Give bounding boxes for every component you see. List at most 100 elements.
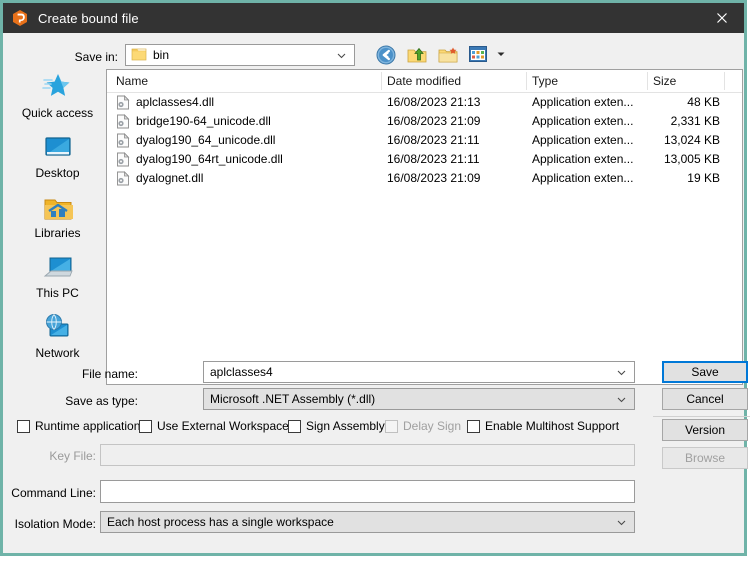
isolation-mode-value: Each host process has a single workspace [107,515,334,529]
checkbox-box[interactable] [467,420,480,433]
save-in-value: bin [153,48,169,62]
sidebar-item-network[interactable]: Network [10,309,105,365]
new-folder-icon[interactable] [437,44,459,66]
checkbox-enable-multihost-support[interactable]: Enable Multihost Support [467,419,619,433]
dll-file-icon [116,114,130,132]
file-date: 16/08/2023 21:11 [387,152,480,166]
create-bound-file-dialog: Create bound file Save in: bin [0,0,747,556]
dyalog-icon [11,9,29,27]
checkbox-box[interactable] [17,420,30,433]
file-size: 13,024 KB [602,133,720,147]
file-name: dyalog190_64_unicode.dll [136,133,275,147]
sidebar-label: Quick access [10,106,105,120]
save-in-label: Save in: [56,50,118,64]
dll-file-icon [116,133,130,151]
file-name: bridge190-64_unicode.dll [136,114,271,128]
sidebar-item-libraries[interactable]: Libraries [10,189,105,245]
file-list-header: Name Date modified Type Size [107,70,742,93]
chevron-down-icon[interactable] [616,517,627,531]
file-rows: aplclasses4.dll 16/08/2023 21:13 Applica… [107,93,742,188]
checkbox-box[interactable] [139,420,152,433]
title-bar: Create bound file [3,3,744,33]
file-date: 16/08/2023 21:09 [387,114,480,128]
save-as-type-combobox[interactable]: Microsoft .NET Assembly (*.dll) [203,388,635,410]
sidebar-label: Network [10,346,105,360]
up-folder-icon[interactable] [406,44,428,66]
command-line-label: Command Line: [11,486,96,500]
key-file-label: Key File: [11,449,96,463]
checkbox-delay-sign: Delay Sign [385,419,461,433]
sidebar-item-quick-access[interactable]: Quick access [10,69,105,125]
options-row: Runtime application Use External Workspa… [3,419,744,439]
laptop-icon [10,249,105,283]
dialog-body: Save in: bin [3,33,744,553]
close-icon[interactable] [699,3,744,33]
column-header-type[interactable]: Type [532,74,558,88]
folder-icon [131,47,147,64]
libraries-folder-icon [10,189,105,223]
file-date: 16/08/2023 21:09 [387,171,480,185]
save-button[interactable]: Save [662,361,748,383]
checkbox-label: Use External Workspace [157,419,289,433]
star-icon [10,69,105,103]
dll-file-icon [116,95,130,113]
views-chevron-down-icon[interactable] [496,48,506,62]
table-row[interactable]: dyalog190_64_unicode.dll 16/08/2023 21:1… [107,131,742,150]
column-header-size[interactable]: Size [653,74,676,88]
key-file-input [100,444,635,466]
sidebar-label: Libraries [10,226,105,240]
back-arrow-icon[interactable] [375,44,397,66]
checkbox-runtime-application[interactable]: Runtime application [17,419,140,433]
file-size: 48 KB [602,95,720,109]
table-row[interactable]: dyalog190_64rt_unicode.dll 16/08/2023 21… [107,150,742,169]
save-in-combobox[interactable]: bin [125,44,355,66]
save-as-type-value: Microsoft .NET Assembly (*.dll) [210,392,375,406]
file-name: aplclasses4.dll [136,95,214,109]
save-in-row: Save in: bin [3,39,744,65]
file-size: 13,005 KB [602,152,720,166]
sidebar-item-desktop[interactable]: Desktop [10,129,105,185]
checkbox-sign-assembly[interactable]: Sign Assembly [288,419,385,433]
file-size: 19 KB [602,171,720,185]
isolation-mode-label: Isolation Mode: [11,517,96,531]
places-bar: Quick access Desktop [10,69,105,369]
isolation-mode-combobox[interactable]: Each host process has a single workspace [100,511,635,533]
browse-button: Browse [662,447,748,469]
file-name: dyalognet.dll [136,171,203,185]
table-row[interactable]: dyalognet.dll 16/08/2023 21:09 Applicati… [107,169,742,188]
sidebar-label: This PC [10,286,105,300]
column-header-date[interactable]: Date modified [387,74,461,88]
chevron-down-icon[interactable] [616,367,627,381]
checkbox-label: Sign Assembly [306,419,385,433]
checkbox-label: Enable Multihost Support [485,419,619,433]
save-as-type-label: Save as type: [53,394,138,408]
sidebar-label: Desktop [10,166,105,180]
window-title: Create bound file [38,11,139,26]
file-date: 16/08/2023 21:11 [387,133,480,147]
file-date: 16/08/2023 21:13 [387,95,480,109]
monitor-icon [10,129,105,163]
network-globe-icon [10,309,105,343]
file-list[interactable]: Name Date modified Type Size aplclasses4… [106,69,743,385]
file-name-label: File name: [53,367,138,381]
dll-file-icon [116,171,130,189]
table-row[interactable]: aplclasses4.dll 16/08/2023 21:13 Applica… [107,93,742,112]
dll-file-icon [116,152,130,170]
chevron-down-icon[interactable] [336,50,347,64]
checkbox-use-external-workspace[interactable]: Use External Workspace [139,419,289,433]
file-name: dyalog190_64rt_unicode.dll [136,152,283,166]
table-row[interactable]: bridge190-64_unicode.dll 16/08/2023 21:0… [107,112,742,131]
file-name-input[interactable]: aplclasses4 [203,361,635,383]
checkbox-label: Runtime application [35,419,140,433]
checkbox-label: Delay Sign [403,419,461,433]
cancel-button[interactable]: Cancel [662,388,748,410]
views-icon[interactable] [468,44,490,66]
column-header-name[interactable]: Name [116,74,148,88]
file-size: 2,331 KB [602,114,720,128]
checkbox-box[interactable] [288,420,301,433]
command-line-input[interactable] [100,480,635,503]
sidebar-item-this-pc[interactable]: This PC [10,249,105,305]
checkbox-box [385,420,398,433]
navigation-toolbar [375,44,506,66]
chevron-down-icon[interactable] [616,394,627,408]
